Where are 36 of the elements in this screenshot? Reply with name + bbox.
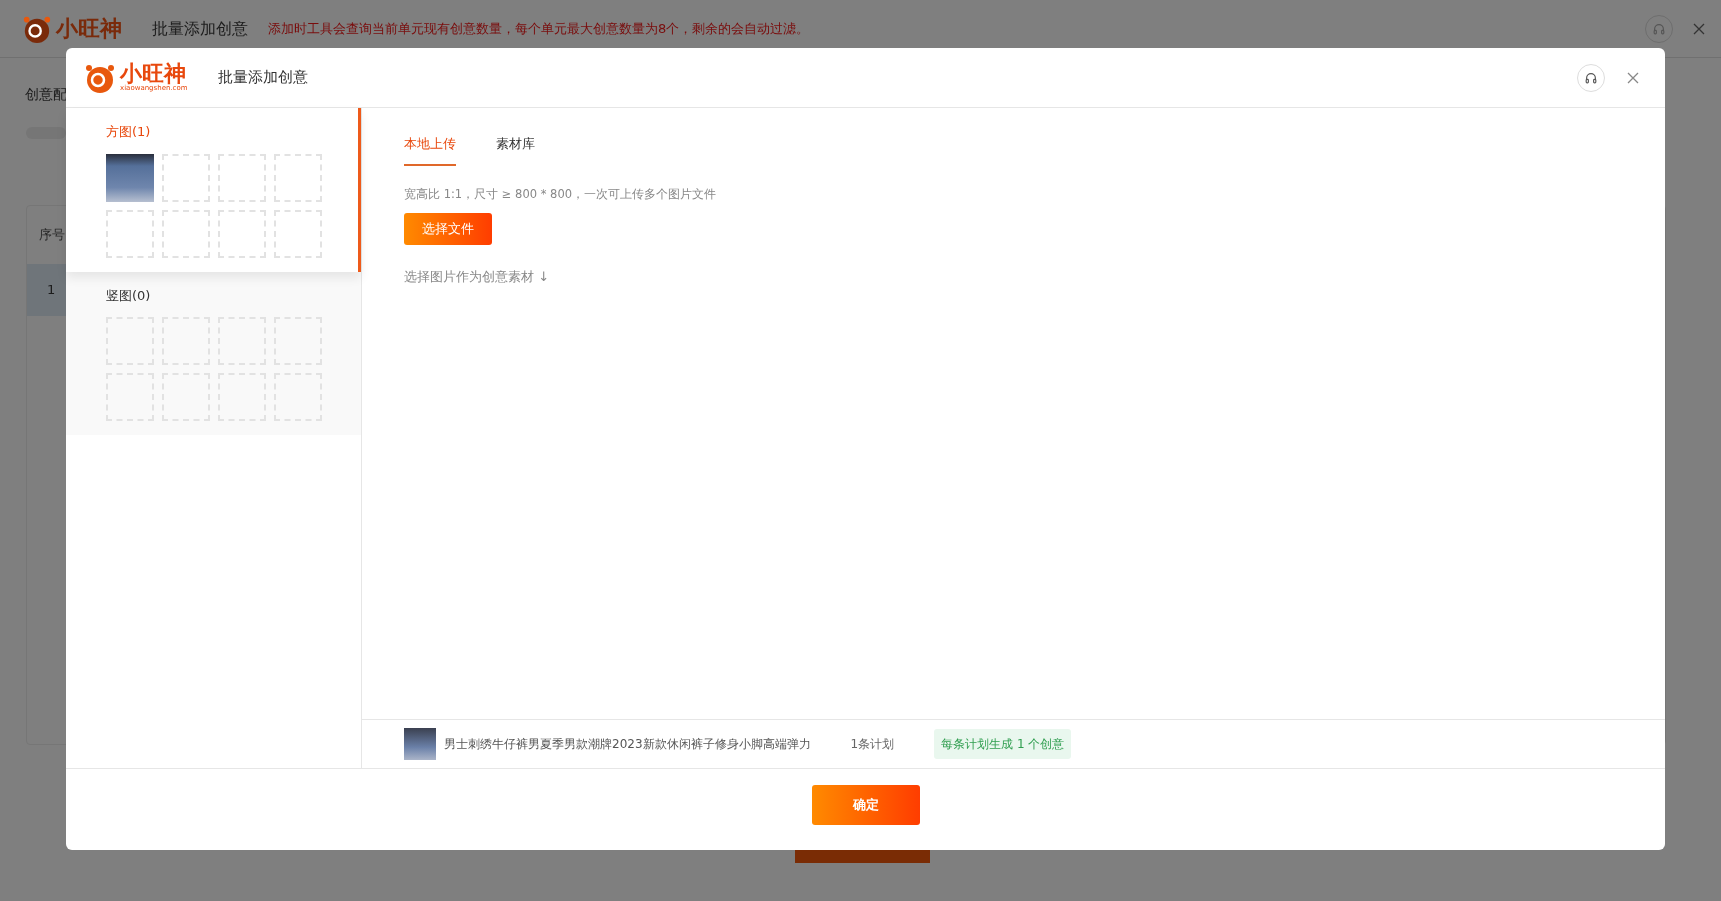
empty-image-slot[interactable] <box>274 153 322 202</box>
tab[interactable]: 素材库 <box>496 134 535 166</box>
empty-image-slot[interactable] <box>106 209 154 258</box>
confirm-button[interactable]: 确定 <box>811 785 920 825</box>
group-label: 竖图(0) <box>106 286 152 305</box>
photo-placeholder <box>404 728 436 760</box>
page-title: 批量添加创意 <box>152 17 248 40</box>
logo-text: 小旺神 <box>120 63 186 85</box>
notice-text: 添加时工具会查询当前单元现有创意数量，每个单元最大创意数量为8个，剩余的会自动过滤。 <box>268 19 810 38</box>
product-title: 男士刺绣牛仔裤男夏季男款潮牌2023新款休闲裤子修身小脚高端弹力 <box>444 736 811 753</box>
progress-track <box>26 127 66 139</box>
close-button[interactable] <box>1627 71 1639 84</box>
info-tag: 每条计划生成 1 个创意 <box>934 729 1072 759</box>
hint-text: 宽高比 1:1，尺寸 ≥ 800 * 800，一次可上传多个图片文件 <box>404 185 718 203</box>
tab[interactable]: 本地上传 <box>404 134 456 166</box>
empty-image-slot[interactable] <box>218 209 266 258</box>
instruction-text: 选择图片作为创意素材 ↓ <box>404 267 551 286</box>
headset-icon <box>1652 21 1666 36</box>
close-icon <box>1693 22 1705 35</box>
image-group-panel[interactable]: 方图(1) <box>66 108 361 272</box>
close-icon <box>1627 71 1639 84</box>
table-cell-text: 1 <box>47 281 56 300</box>
close-button[interactable] <box>1693 22 1705 35</box>
empty-image-slot[interactable] <box>218 153 266 202</box>
column-header: 序号 <box>39 226 65 245</box>
choose-file-button[interactable]: 选择文件 <box>404 212 492 245</box>
image-group-panel[interactable]: 竖图(0) <box>66 271 361 435</box>
logo-text: 小旺神 <box>56 17 122 40</box>
dialog-title: 批量添加创意 <box>217 67 308 89</box>
empty-image-slot[interactable] <box>274 209 322 258</box>
section-label: 创意配 <box>25 86 67 102</box>
plan-count: 1条计划 <box>850 736 895 753</box>
empty-image-slot[interactable] <box>162 153 210 202</box>
headset-icon <box>1584 70 1598 85</box>
group-label: 方图(1) <box>106 123 152 141</box>
empty-image-slot[interactable] <box>162 209 210 258</box>
